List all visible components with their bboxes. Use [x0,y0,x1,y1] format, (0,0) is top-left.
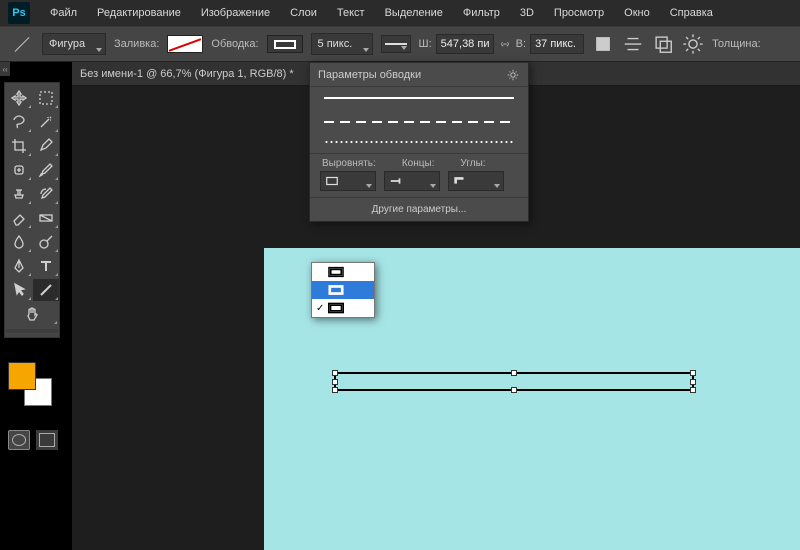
stroke-width-dropdown[interactable]: 5 пикс. [311,33,373,55]
menu-help[interactable]: Справка [662,3,721,23]
gear-icon[interactable] [506,68,520,82]
stroke-corners-dropdown[interactable] [448,171,504,191]
transform-handle[interactable] [690,387,696,393]
menu-image[interactable]: Изображение [193,3,278,23]
stroke-style-dropdown[interactable] [381,35,411,53]
path-arrangement-button[interactable] [652,33,674,55]
width-input[interactable] [436,34,494,54]
pen-tool[interactable] [6,255,32,277]
foreground-color-swatch[interactable] [8,362,36,390]
weight-label: Толщина: [712,38,761,50]
transform-handle[interactable] [511,370,517,376]
app-logo: Ps [8,2,30,24]
move-tool[interactable] [6,87,32,109]
line-tool[interactable] [33,279,59,301]
settings-gear-icon[interactable] [682,33,704,55]
menu-select[interactable]: Выделение [377,3,451,23]
tools-panel [4,82,60,338]
chevron-down-icon [494,184,500,188]
transform-handle[interactable] [332,387,338,393]
menu-file[interactable]: Файл [42,3,85,23]
fill-swatch[interactable] [167,35,203,53]
menu-bar: Ps Файл Редактирование Изображение Слои … [0,0,800,26]
caps-label: Концы: [402,158,435,169]
chevron-down-icon [96,48,102,52]
menu-window[interactable]: Окно [616,3,658,23]
hand-tool[interactable] [6,303,58,325]
transform-handle[interactable] [690,370,696,376]
stroke-style-solid[interactable] [324,97,514,103]
menu-type[interactable]: Текст [329,3,373,23]
tool-mode-dropdown[interactable]: Фигура [42,33,106,55]
history-brush-tool[interactable] [33,183,59,205]
quick-mask-toggle[interactable] [8,430,30,450]
path-operations-button[interactable] [592,33,614,55]
chevron-down-icon [401,46,407,50]
lasso-tool[interactable] [6,111,32,133]
align-option-center[interactable] [312,281,374,299]
transform-handle[interactable] [511,387,517,393]
stroke-caps-dropdown[interactable] [384,171,440,191]
stroke-width-value: 5 пикс. [318,38,353,50]
popover-title: Параметры обводки [318,69,421,81]
more-options-button[interactable]: Другие параметры... [310,197,528,221]
tools-divider [6,329,58,333]
menu-view[interactable]: Просмотр [546,3,612,23]
clone-stamp-tool[interactable] [6,183,32,205]
transform-handle[interactable] [332,370,338,376]
eraser-tool[interactable] [6,207,32,229]
stroke-align-dropdown[interactable] [320,171,376,191]
stroke-style-dashed[interactable] [324,121,514,123]
color-swatches[interactable] [8,362,56,410]
screen-mode-button[interactable] [36,430,58,450]
document-tab[interactable]: Без имени-1 @ 66,7% (Фигура 1, RGB/8) * [80,68,294,80]
stroke-style-dotted[interactable] [324,141,514,143]
align-option-outside[interactable]: ✓ [312,299,374,317]
options-bar: Фигура Заливка: Обводка: 5 пикс. Ш: В: Т… [0,26,800,62]
crop-tool[interactable] [6,135,32,157]
rectangle-shape[interactable] [334,372,694,391]
fill-label: Заливка: [114,38,159,50]
gradient-tool[interactable] [33,207,59,229]
menu-3d[interactable]: 3D [512,3,542,23]
dodge-tool[interactable] [33,231,59,253]
stroke-label: Обводка: [211,38,258,50]
height-label: В: [516,38,526,50]
path-alignment-button[interactable] [622,33,644,55]
stroke-swatch[interactable] [267,35,303,53]
path-selection-tool[interactable] [6,279,32,301]
link-icon[interactable] [498,37,512,51]
transform-handle[interactable] [690,379,696,385]
height-input[interactable] [530,34,584,54]
transform-handle[interactable] [332,379,338,385]
type-tool[interactable] [33,255,59,277]
marquee-tool[interactable] [33,87,59,109]
menu-layer[interactable]: Слои [282,3,325,23]
stroke-options-popover: Параметры обводки Выровнять: Концы: Углы… [309,62,529,222]
stroke-align-options-list: ✓ [311,262,375,318]
align-option-inside[interactable] [312,263,374,281]
width-label: Ш: [419,38,432,50]
corners-label: Углы: [460,158,485,169]
current-tool-icon[interactable] [10,32,34,56]
menu-edit[interactable]: Редактирование [89,3,189,23]
blur-tool[interactable] [6,231,32,253]
chevron-down-icon [363,48,369,52]
magic-wand-tool[interactable] [33,111,59,133]
align-label: Выровнять: [322,158,376,169]
menu-filter[interactable]: Фильтр [455,3,508,23]
healing-brush-tool[interactable] [6,159,32,181]
eyedropper-tool[interactable] [33,135,59,157]
panel-collapse-toggle[interactable]: ‹‹ [0,62,10,76]
chevron-down-icon [366,184,372,188]
brush-tool[interactable] [33,159,59,181]
chevron-down-icon [430,184,436,188]
tool-mode-label: Фигура [49,38,85,50]
